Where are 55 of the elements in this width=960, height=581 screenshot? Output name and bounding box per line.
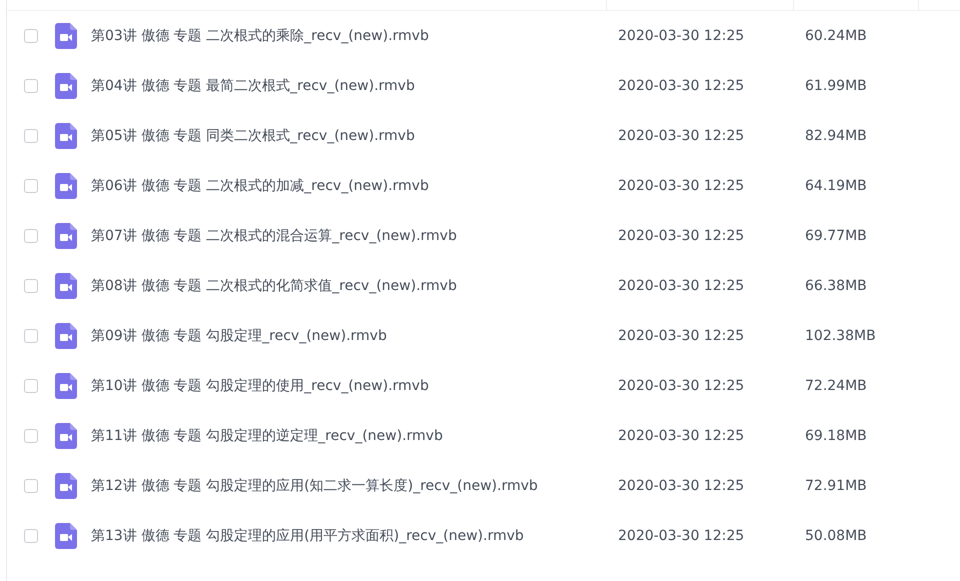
- checkbox[interactable]: [24, 229, 38, 243]
- file-size: 66.38MB: [805, 278, 867, 294]
- file-name[interactable]: 第12讲 傲德 专题 勾股定理的应用(知二求一算长度)_recv_(new).rmvb: [91, 477, 618, 495]
- checkbox[interactable]: [24, 379, 38, 393]
- file-name[interactable]: 第11讲 傲德 专题 勾股定理的逆定理_recv_(new).rmvb: [91, 427, 618, 445]
- checkbox[interactable]: [24, 29, 38, 43]
- modified-date: 2020-03-30 12:25: [618, 128, 746, 144]
- video-file-icon: [55, 123, 77, 149]
- video-file-icon: [55, 73, 77, 99]
- video-file-icon: [55, 323, 77, 349]
- file-name[interactable]: 第03讲 傲德 专题 二次根式的乘除_recv_(new).rmvb: [91, 27, 618, 45]
- video-file-icon: [55, 173, 77, 199]
- file-name[interactable]: 第08讲 傲德 专题 二次根式的化简求值_recv_(new).rmvb: [91, 277, 618, 295]
- file-size: 82.94MB: [805, 128, 867, 144]
- file-name[interactable]: 第13讲 傲德 专题 勾股定理的应用(用平方求面积)_recv_(new).rmvb: [91, 527, 618, 545]
- checkbox[interactable]: [24, 529, 38, 543]
- file-size: 60.24MB: [805, 28, 867, 44]
- modified-date: 2020-03-30 12:25: [618, 178, 746, 194]
- modified-date: 2020-03-30 12:25: [618, 78, 746, 94]
- file-size: 50.08MB: [805, 528, 867, 544]
- video-file-icon: [55, 473, 77, 499]
- file-name[interactable]: 第06讲 傲德 专题 二次根式的加减_recv_(new).rmvb: [91, 177, 618, 195]
- video-file-icon: [55, 23, 77, 49]
- modified-date: 2020-03-30 12:25: [618, 278, 746, 294]
- file-name[interactable]: 第05讲 傲德 专题 同类二次根式_recv_(new).rmvb: [91, 127, 618, 145]
- file-name[interactable]: 第04讲 傲德 专题 最简二次根式_recv_(new).rmvb: [91, 77, 618, 95]
- modified-date: 2020-03-30 12:25: [618, 28, 746, 44]
- modified-date: 2020-03-30 12:25: [618, 428, 746, 444]
- checkbox[interactable]: [24, 429, 38, 443]
- file-name[interactable]: 第10讲 傲德 专题 勾股定理的使用_recv_(new).rmvb: [91, 377, 618, 395]
- file-size: 72.91MB: [805, 478, 867, 494]
- checkbox[interactable]: [24, 129, 38, 143]
- checkbox[interactable]: [24, 179, 38, 193]
- video-file-icon: [55, 523, 77, 549]
- checkbox[interactable]: [24, 329, 38, 343]
- modified-date: 2020-03-30 12:25: [618, 378, 746, 394]
- video-file-icon: [55, 273, 77, 299]
- video-file-icon: [55, 373, 77, 399]
- checkbox[interactable]: [24, 279, 38, 293]
- file-size: 72.24MB: [805, 378, 867, 394]
- modified-date: 2020-03-30 12:25: [618, 528, 746, 544]
- video-file-icon: [55, 223, 77, 249]
- file-size: 102.38MB: [805, 328, 876, 344]
- file-size: 69.77MB: [805, 228, 867, 244]
- file-size: 64.19MB: [805, 178, 867, 194]
- file-name[interactable]: 第07讲 傲德 专题 二次根式的混合运算_recv_(new).rmvb: [91, 227, 618, 245]
- file-name[interactable]: 第09讲 傲德 专题 勾股定理_recv_(new).rmvb: [91, 327, 618, 345]
- file-size: 69.18MB: [805, 428, 867, 444]
- checkbox[interactable]: [24, 479, 38, 493]
- modified-date: 2020-03-30 12:25: [618, 228, 746, 244]
- modified-date: 2020-03-30 12:25: [618, 328, 746, 344]
- video-file-icon: [55, 423, 77, 449]
- file-size: 61.99MB: [805, 78, 867, 94]
- modified-date: 2020-03-30 12:25: [618, 478, 746, 494]
- checkbox[interactable]: [24, 79, 38, 93]
